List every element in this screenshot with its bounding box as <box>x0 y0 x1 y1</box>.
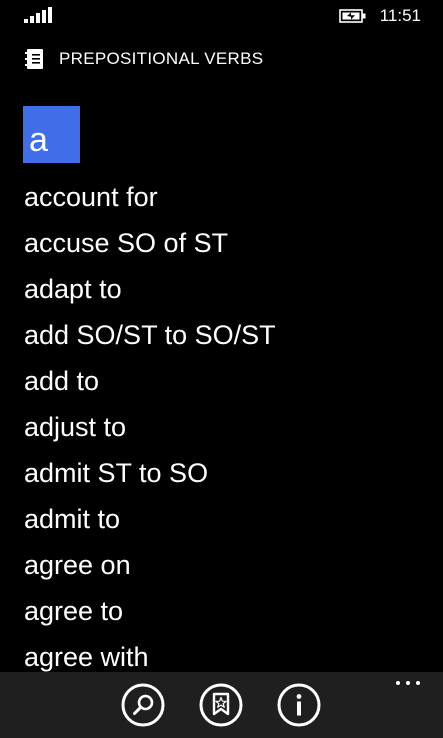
app-bar <box>0 672 443 738</box>
list-item[interactable]: agree on <box>0 542 443 588</box>
list-item[interactable]: add SO/ST to SO/ST <box>0 312 443 358</box>
list-item[interactable]: adapt to <box>0 266 443 312</box>
list-item[interactable]: adjust to <box>0 404 443 450</box>
bookmarks-button[interactable] <box>199 683 243 727</box>
verb-list[interactable]: account for accuse SO of ST adapt to add… <box>0 174 443 672</box>
signal-strength-icon <box>24 7 52 23</box>
bookmark-star-icon <box>199 683 243 727</box>
list-item[interactable]: accuse SO of ST <box>0 220 443 266</box>
search-icon <box>121 683 165 727</box>
list-item[interactable]: admit ST to SO <box>0 450 443 496</box>
notebook-icon <box>25 49 43 69</box>
group-letter: a <box>29 121 48 159</box>
app-header: PREPOSITIONAL VERBS <box>0 40 443 76</box>
group-header-tile[interactable]: a <box>23 106 80 163</box>
list-item[interactable]: agree with <box>0 634 443 672</box>
list-item[interactable]: add to <box>0 358 443 404</box>
search-button[interactable] <box>121 683 165 727</box>
more-options-button[interactable] <box>393 676 423 690</box>
more-options-dot <box>416 681 420 685</box>
more-options-dot <box>406 681 410 685</box>
info-button[interactable] <box>277 683 321 727</box>
app-title: PREPOSITIONAL VERBS <box>59 49 264 68</box>
list-item[interactable]: agree to <box>0 588 443 634</box>
info-icon <box>277 683 321 727</box>
status-bar: 11:51 <box>0 0 443 32</box>
battery-charging-icon <box>339 9 366 23</box>
more-options-icon <box>396 681 400 685</box>
status-time: 11:51 <box>379 6 421 25</box>
list-item[interactable]: admit to <box>0 496 443 542</box>
list-item[interactable]: account for <box>0 174 443 220</box>
